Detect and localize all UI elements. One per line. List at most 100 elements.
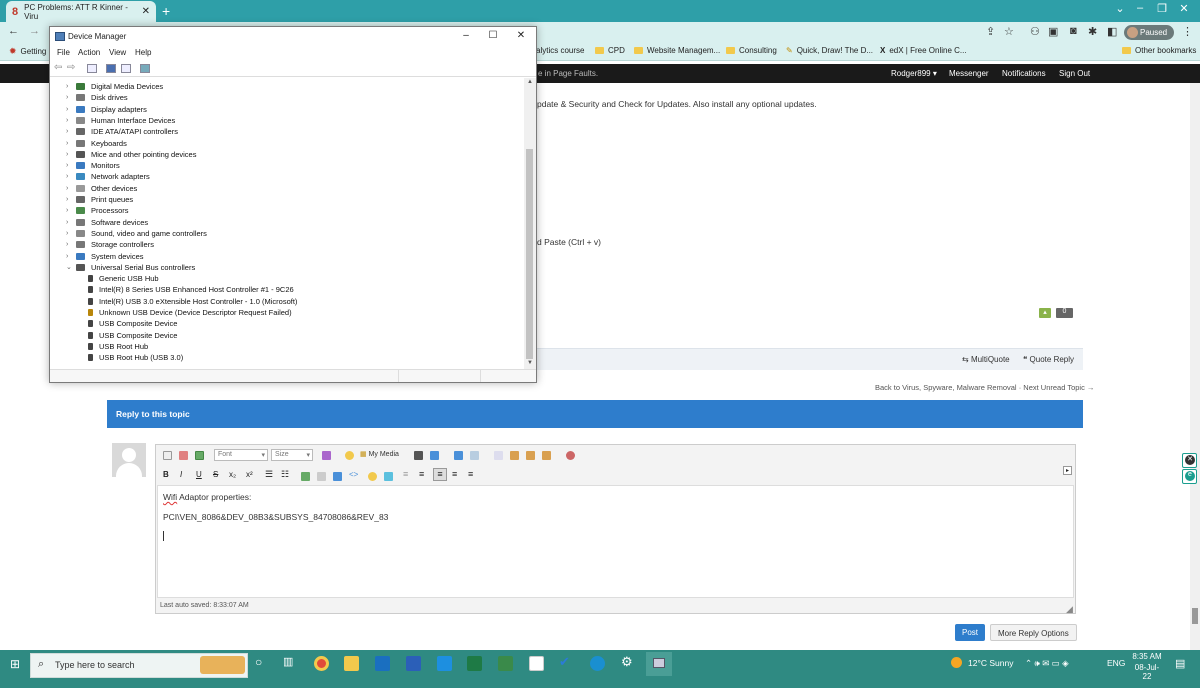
device-category[interactable]: › Storage controllers [66,239,154,250]
device-category[interactable]: › Print queues [66,194,133,205]
notifications-link[interactable]: Notifications [1002,69,1046,78]
chevron-right-icon[interactable]: › [66,117,76,124]
reply-textarea[interactable]: Wifi Adaptor properties: PCI\VEN_8086&DE… [157,485,1074,598]
device-category[interactable]: › Monitors [66,160,120,171]
view-icon[interactable] [121,64,131,73]
code-icon[interactable]: <> [349,470,358,479]
device-category[interactable]: › Disk drives [66,92,128,103]
monitor-icon[interactable] [140,64,150,73]
device-category[interactable]: › Keyboards [66,138,127,149]
quote-block-icon[interactable] [368,472,377,481]
browser-tab[interactable]: 8 PC Problems: ATT R Kinner - Viru ✕ [6,1,156,22]
edge-icon[interactable] [590,656,605,671]
copy-icon[interactable] [510,451,519,460]
extension-side-icon[interactable]: e [1182,469,1197,484]
device-manager-taskbar-button[interactable] [646,652,672,676]
weather-sun-icon[interactable] [951,657,962,668]
emoticon-icon[interactable] [345,451,354,460]
chrome-icon[interactable] [314,656,329,671]
page-scrollbar[interactable] [1190,83,1200,650]
usb-device[interactable]: Intel(R) 8 Series USB Enhanced Host Cont… [88,284,294,295]
subscript-icon[interactable]: x₂ [229,470,236,479]
properties-icon[interactable] [87,64,97,73]
close-window-icon[interactable]: ✕ [1174,2,1194,15]
cortana-icon[interactable]: ○ [255,655,262,669]
chevron-right-icon[interactable]: › [66,219,76,226]
twitter-icon[interactable] [384,472,393,481]
remove-format-icon[interactable] [179,451,188,460]
paste-text-icon[interactable] [542,451,551,460]
post-button[interactable]: Post [955,624,986,641]
cut-icon[interactable] [494,451,503,460]
bullet-list-icon[interactable]: ☰ [265,469,273,480]
device-category-expanded[interactable]: ⌄ Universal Serial Bus controllers [66,262,195,273]
help-icon[interactable] [106,64,116,73]
chevron-right-icon[interactable]: › [66,241,76,248]
paste-icon[interactable] [526,451,535,460]
restore-icon[interactable]: ❐ [1152,2,1172,15]
extension-icon[interactable]: ⚇ [1030,25,1040,38]
next-unread-link[interactable]: Next Unread Topic → [1023,383,1094,392]
scrollbar-thumb[interactable] [526,149,533,359]
chevron-down-icon[interactable]: ⌄ [1110,2,1130,15]
task-view-icon[interactable]: ▥ [283,655,293,668]
menu-file[interactable]: File [57,48,70,57]
back-arrow-icon[interactable]: ← [8,25,19,37]
device-category[interactable]: › Display adapters [66,104,147,115]
source-icon[interactable] [163,451,172,460]
chevron-right-icon[interactable]: › [66,106,76,113]
usb-device[interactable]: USB Composite Device [88,330,177,341]
replace-icon[interactable] [430,451,439,460]
usb-device[interactable]: Unknown USB Device (Device Descriptor Re… [88,307,292,318]
new-tab-icon[interactable]: + [162,3,170,19]
bookmark-item[interactable]: ✎ Quick, Draw! The D... [786,46,873,55]
usb-device[interactable]: Intel(R) USB 3.0 eXtensible Host Control… [88,296,297,307]
device-category[interactable]: › IDE ATA/ATAPI controllers [66,126,178,137]
star-icon[interactable]: ☆ [1004,25,1014,38]
strike-icon[interactable]: S [213,470,218,479]
bold-icon[interactable]: B [163,470,169,479]
chevron-right-icon[interactable]: › [66,94,76,101]
indent-icon[interactable]: ≡ [403,469,408,479]
minimize-icon[interactable]: – [456,30,476,41]
numbered-list-icon[interactable]: ☷ [281,469,289,480]
weather-text[interactable]: 12°C Sunny [968,658,1013,668]
redo-icon[interactable] [470,451,479,460]
word-icon[interactable] [406,656,421,671]
signout-link[interactable]: Sign Out [1059,69,1090,78]
forward-arrow-icon[interactable]: ⇨ [67,62,75,73]
puzzle-icon[interactable]: ✱ [1088,25,1097,38]
language-indicator[interactable]: ENG [1107,658,1125,668]
text-color-icon[interactable] [322,451,331,460]
file-explorer-icon[interactable] [344,656,359,671]
user-menu[interactable]: Rodger899 ▾ [891,69,937,78]
device-category[interactable]: › Processors [66,205,129,216]
size-select[interactable]: Size ▾ [271,449,313,461]
clock[interactable]: 8:35 AM 08-Jul-22 [1132,652,1162,681]
bookmark-item[interactable]: CPD [595,46,625,55]
device-category[interactable]: › Network adapters [66,171,150,182]
collapse-toolbar-icon[interactable]: ▸ [1063,466,1072,475]
underline-icon[interactable]: U [196,470,202,479]
messenger-link[interactable]: Messenger [949,69,989,78]
find-icon[interactable] [414,451,423,460]
menu-view[interactable]: View [109,48,126,57]
chevron-right-icon[interactable]: › [66,196,76,203]
chevron-right-icon[interactable]: › [66,83,76,90]
usb-device[interactable]: USB Root Hub (USB 3.0) [88,352,183,363]
bookmark-item[interactable]: ✹ Getting [9,46,46,57]
maximize-icon[interactable]: ☐ [483,30,503,41]
bookmark-item[interactable]: alytics course [536,46,584,55]
undo-icon[interactable] [454,451,463,460]
chevron-down-icon[interactable]: ⌄ [66,263,76,271]
outlook-icon[interactable] [375,656,390,671]
scroll-down-icon[interactable]: ▼ [527,360,533,366]
close-sidebar-icon[interactable]: ✕ [1182,453,1197,468]
spellcheck-icon[interactable] [566,451,575,460]
resize-handle-icon[interactable]: ◢ [1066,604,1073,615]
upvote-icon[interactable]: ▴ [1039,308,1051,318]
device-category[interactable]: › Human Interface Devices [66,115,175,126]
bookmark-item[interactable]: XedX | Free Online C... [880,46,967,55]
chevron-right-icon[interactable]: › [66,253,76,260]
sidebar-icon[interactable]: ◧ [1107,25,1117,38]
